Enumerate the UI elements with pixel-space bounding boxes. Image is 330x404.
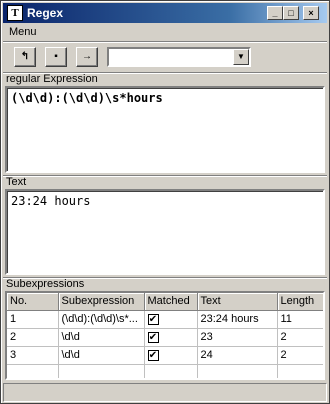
cell-no: 3: [7, 346, 59, 365]
cell-text: 23: [197, 328, 278, 347]
cell-no: 1: [7, 310, 59, 329]
subexpressions-label: Subexpressions: [3, 277, 327, 291]
app-window: T Regex _ □ × Menu ↰ ▪ → ▼ regular Expre…: [0, 0, 330, 404]
table-row[interactable]: 2 \d\d ✔ 23 2: [7, 328, 323, 347]
title-bar[interactable]: T Regex _ □ ×: [3, 3, 327, 23]
table-row[interactable]: 3 \d\d ✔ 24 2: [7, 346, 323, 365]
chevron-down-icon[interactable]: ▼: [233, 49, 249, 65]
cell-matched: ✔: [144, 328, 198, 347]
matched-checkbox[interactable]: ✔: [147, 313, 159, 325]
open-icon: ↰: [20, 51, 30, 62]
subexpressions-table[interactable]: No. Subexpression Matched Text Length 1 …: [5, 291, 325, 380]
col-header-no[interactable]: No.: [7, 293, 59, 311]
open-button[interactable]: ↰: [14, 47, 36, 67]
table-row[interactable]: 1 (\d\d):(\d\d)\s*... ✔ 23:24 hours 11: [7, 310, 323, 329]
regex-label: regular Expression: [3, 72, 327, 86]
col-header-length[interactable]: Length: [277, 293, 323, 311]
table-row-empty: [7, 364, 323, 378]
cell-matched: ✔: [144, 310, 198, 329]
cell-length: 2: [277, 328, 323, 347]
toolbar: ↰ ▪ → ▼: [3, 41, 327, 71]
history-dropdown[interactable]: ▼: [107, 47, 251, 67]
cell-length: 11: [277, 310, 323, 329]
matched-checkbox[interactable]: ✔: [147, 349, 159, 361]
cell-text: 24: [197, 346, 278, 365]
cell-matched: ✔: [144, 346, 198, 365]
table-header: No. Subexpression Matched Text Length: [7, 293, 323, 311]
col-header-matched[interactable]: Matched: [144, 293, 198, 311]
menu-bar: Menu: [3, 23, 327, 41]
app-icon: T: [7, 5, 23, 21]
col-header-text[interactable]: Text: [197, 293, 278, 311]
minimize-button[interactable]: _: [267, 6, 283, 20]
text-input[interactable]: 23:24 hours: [5, 189, 325, 275]
col-header-subexpression[interactable]: Subexpression: [58, 293, 145, 311]
cell-subexpression: \d\d: [58, 346, 145, 365]
stop-button[interactable]: ▪: [45, 47, 67, 67]
status-bar: [3, 383, 327, 402]
menu-item-menu[interactable]: Menu: [9, 26, 37, 38]
stop-icon: ▪: [54, 51, 58, 62]
cell-no: 2: [7, 328, 59, 347]
close-button[interactable]: ×: [303, 6, 319, 20]
arrow-right-icon: →: [82, 51, 92, 62]
window-title: Regex: [27, 6, 64, 20]
cell-subexpression: \d\d: [58, 328, 145, 347]
cell-length: 2: [277, 346, 323, 365]
cell-subexpression: (\d\d):(\d\d)\s*...: [58, 310, 145, 329]
regex-input[interactable]: (\d\d):(\d\d)\s*hours: [5, 86, 325, 173]
cell-text: 23:24 hours: [197, 310, 278, 329]
run-button[interactable]: →: [76, 47, 98, 67]
matched-checkbox[interactable]: ✔: [147, 331, 159, 343]
regex-value: (\d\d):(\d\d)\s*hours: [11, 91, 163, 105]
maximize-button[interactable]: □: [283, 6, 299, 20]
text-label: Text: [3, 175, 327, 189]
text-value: 23:24 hours: [11, 194, 91, 208]
